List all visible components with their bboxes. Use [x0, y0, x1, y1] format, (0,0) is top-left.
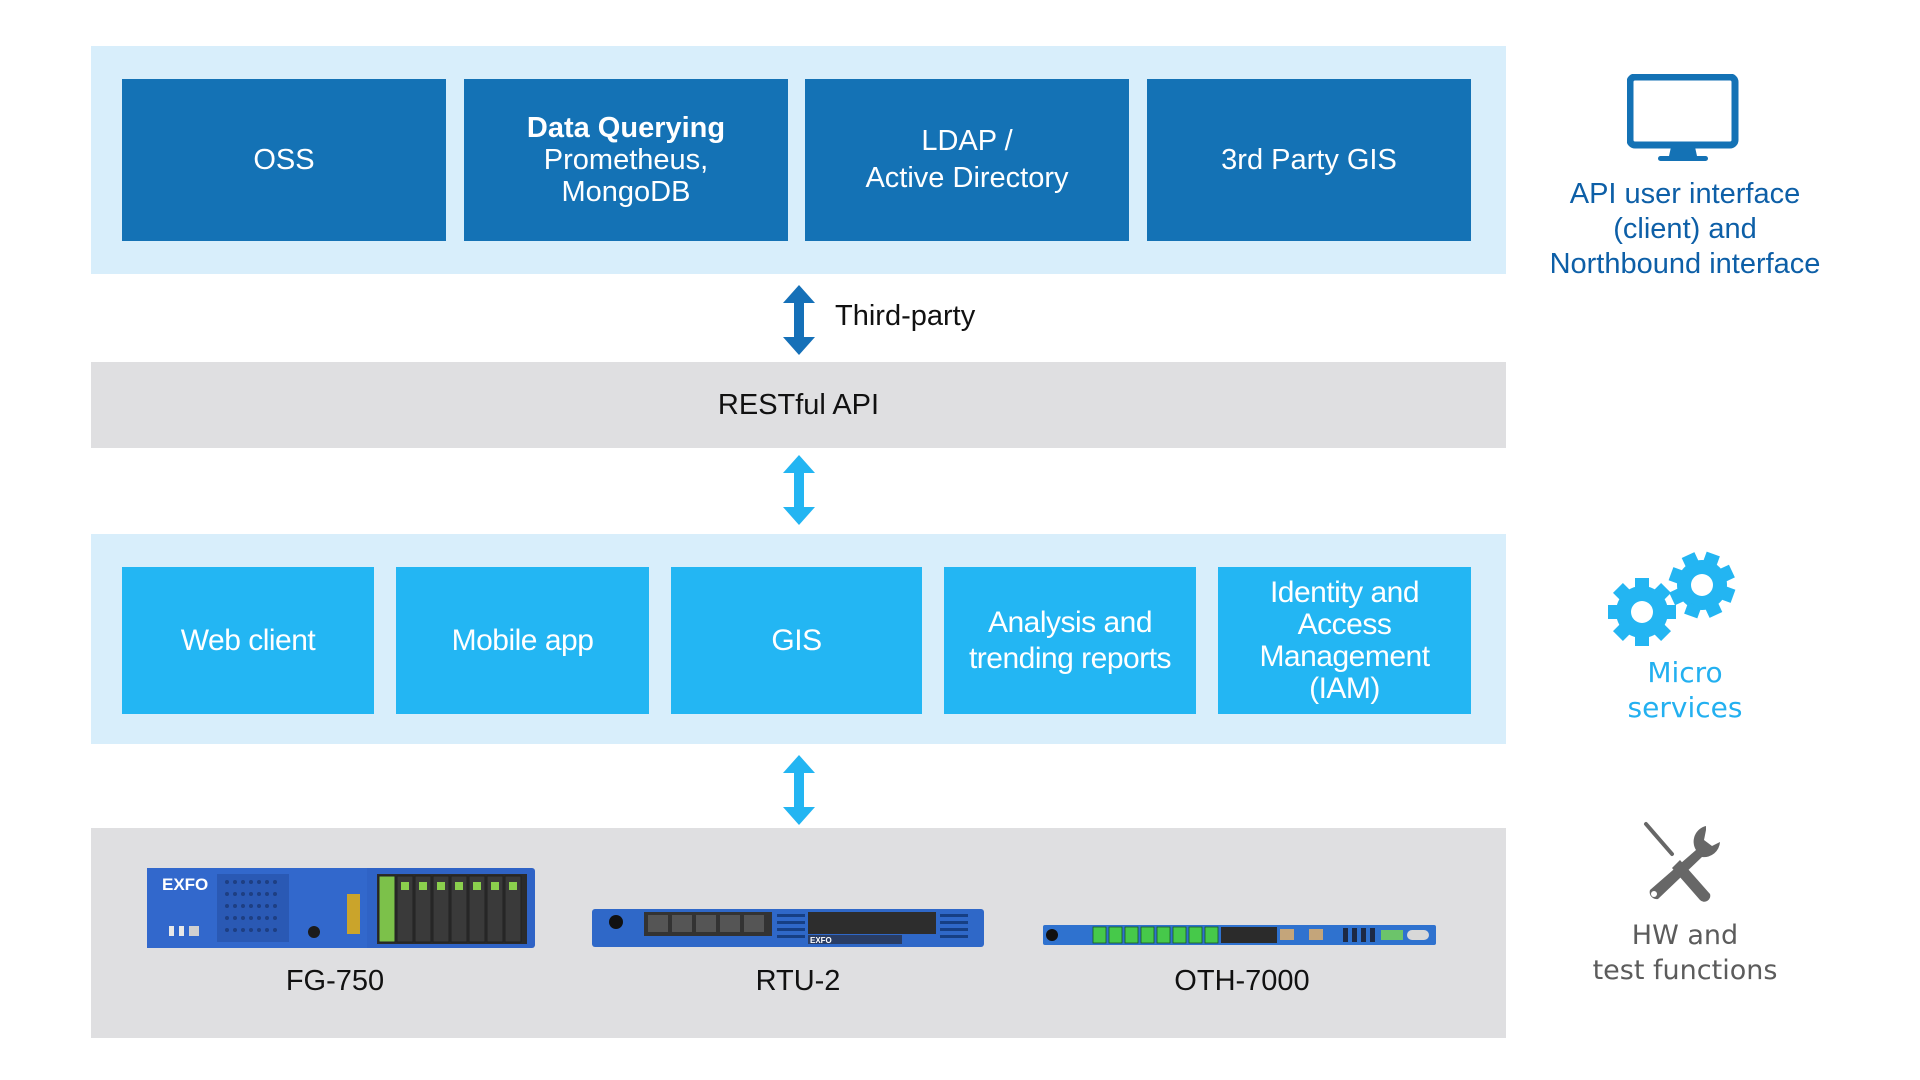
- rtu-2-device-image: EXFO: [592, 909, 984, 947]
- micro-hw-double-arrow-icon: [783, 755, 815, 825]
- iam-line-1: Identity and: [1269, 575, 1420, 609]
- micro-line-1: Micro: [1647, 656, 1723, 689]
- svg-text:EXFO: EXFO: [162, 875, 208, 894]
- web-client-box: Web client: [122, 567, 374, 714]
- data-querying-line-1: Prometheus,: [543, 144, 709, 176]
- data-querying-line-2: MongoDB: [561, 176, 691, 208]
- data-querying-title: Data Querying: [526, 112, 726, 144]
- iam-line-2: Access: [1297, 607, 1392, 641]
- mobile-app-label: Mobile app: [451, 623, 594, 657]
- third-party-gis-box: 3rd Party GIS: [1147, 79, 1471, 241]
- oss-label: OSS: [253, 144, 315, 176]
- oss-box: OSS: [122, 79, 446, 241]
- monitor-icon: [1627, 74, 1739, 161]
- iam-line-3: Management: [1259, 639, 1430, 673]
- gis-label: GIS: [771, 623, 822, 657]
- tools-icon: [1644, 822, 1720, 902]
- api-user-interface-label: API user interface (client) and Northbou…: [1530, 177, 1840, 282]
- data-querying-box: Data Querying Prometheus, MongoDB: [464, 79, 788, 241]
- api-ui-line-2: (client) and: [1613, 213, 1757, 245]
- rtu-2-label: RTU-2: [755, 965, 841, 997]
- microservices-label: Micro services: [1530, 655, 1840, 725]
- analysis-reports-box: Analysis and trending reports: [944, 567, 1196, 714]
- ldap-box: LDAP / Active Directory: [805, 79, 1129, 241]
- gis-box: GIS: [671, 567, 922, 714]
- api-ui-line-1: API user interface: [1569, 178, 1801, 210]
- micro-line-2: services: [1627, 691, 1743, 724]
- ldap-line-2: Active Directory: [865, 162, 1069, 194]
- svg-text:EXFO: EXFO: [810, 936, 832, 945]
- fg-750-label: FG-750: [285, 965, 385, 997]
- third-party-label: Third-party: [835, 300, 976, 332]
- mobile-app-box: Mobile app: [396, 567, 649, 714]
- oth-7000-label: OTH-7000: [1174, 965, 1310, 997]
- hw-test-functions-label: HW and test functions: [1530, 918, 1840, 988]
- restful-api-label: RESTful API: [717, 388, 880, 421]
- restful-api-layer: RESTful API: [91, 362, 1506, 448]
- analysis-line-2: trending reports: [968, 641, 1172, 675]
- analysis-line-1: Analysis and: [987, 605, 1153, 639]
- iam-line-4: (IAM): [1309, 671, 1380, 705]
- hw-line-2: test functions: [1592, 955, 1778, 986]
- third-party-double-arrow-icon: [783, 285, 815, 355]
- gears-icon: [1608, 551, 1736, 646]
- web-client-label: Web client: [180, 623, 316, 657]
- api-micro-double-arrow-icon: [783, 455, 815, 525]
- api-ui-line-3: Northbound interface: [1549, 248, 1821, 280]
- hw-line-1: HW and: [1631, 920, 1739, 951]
- fg-750-device-image: EXFO: [147, 868, 535, 948]
- oth-7000-device-image: [1043, 925, 1436, 945]
- iam-box: Identity and Access Management (IAM): [1218, 567, 1471, 714]
- ldap-line-1: LDAP /: [921, 125, 1013, 157]
- third-party-gis-label: 3rd Party GIS: [1221, 144, 1397, 176]
